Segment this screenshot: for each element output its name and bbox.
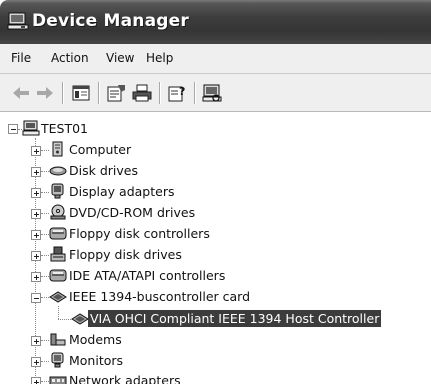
tree-item-modems[interactable]: Modems [67, 331, 124, 348]
collapse-toggle-root[interactable] [8, 124, 18, 134]
help-icon[interactable]: ? [166, 83, 188, 103]
disk-drive-icon [49, 166, 67, 176]
menu-help[interactable]: Help [146, 51, 173, 65]
menu-action[interactable]: Action [51, 51, 89, 65]
monitor-icon [51, 352, 64, 368]
controller-icon [49, 227, 67, 240]
floppy-drive-icon [50, 246, 66, 262]
toolbar: ? [0, 74, 431, 112]
menu-bar: File Action View Help [0, 44, 431, 74]
toolbar-separator [62, 82, 64, 104]
expand-toggle-disk-drives[interactable] [31, 167, 41, 177]
toolbar-separator [98, 82, 100, 104]
device-tree: TEST01 Computer Disk drives Display adap… [0, 112, 431, 384]
tree-line [58, 319, 71, 320]
tree-line [41, 213, 49, 214]
tree-item-ide-controllers[interactable]: IDE ATA/ATAPI controllers [67, 267, 227, 284]
tree-line [58, 306, 59, 319]
menu-view[interactable]: View [106, 51, 134, 65]
tree-item-monitors[interactable]: Monitors [67, 352, 125, 369]
display-adapter-icon [51, 183, 64, 199]
card-icon [71, 313, 89, 325]
expand-toggle-floppy-drives[interactable] [31, 251, 41, 261]
tree-line [41, 361, 49, 362]
tree-line [41, 234, 49, 235]
tree-item-disk-drives[interactable]: Disk drives [67, 162, 140, 179]
device-manager-window: Device Manager File Action View Help ? T… [0, 0, 431, 384]
tree-line [41, 297, 49, 298]
card-icon [49, 291, 67, 303]
title-bar[interactable]: Device Manager [0, 0, 431, 44]
scan-hardware-icon[interactable] [201, 83, 223, 103]
tree-line [41, 255, 49, 256]
menu-file[interactable]: File [11, 51, 31, 65]
tree-item-network-adapters[interactable]: Network adapters [67, 372, 183, 384]
expand-toggle-computer[interactable] [31, 146, 41, 156]
collapse-toggle-ieee1394[interactable] [31, 293, 41, 303]
window-title: Device Manager [32, 11, 189, 31]
tree-line [41, 150, 49, 151]
tree-item-dvd-cdrom-drives[interactable]: DVD/CD-ROM drives [67, 204, 197, 221]
tree-item-floppy-disk-controllers[interactable]: Floppy disk controllers [67, 225, 212, 242]
expand-toggle-monitors[interactable] [31, 357, 41, 367]
computer-icon [22, 120, 40, 136]
toolbar-separator [159, 82, 161, 104]
tree-item-display-adapters[interactable]: Display adapters [67, 183, 176, 200]
cdrom-icon [50, 204, 66, 220]
computer-icon [52, 141, 63, 157]
expand-toggle-network-adapters[interactable] [31, 377, 41, 384]
network-adapter-icon [49, 376, 67, 384]
tree-item-ieee1394-card[interactable]: IEEE 1394-buscontroller card [67, 288, 252, 305]
expand-toggle-dvd-cdrom[interactable] [31, 209, 41, 219]
tree-line [41, 192, 49, 193]
back-arrow-icon[interactable] [10, 83, 32, 103]
tree-line [41, 340, 49, 341]
tree-item-computer[interactable]: Computer [67, 141, 133, 158]
tree-item-floppy-disk-drives[interactable]: Floppy disk drives [67, 246, 184, 263]
svg-text:?: ? [179, 85, 185, 98]
expand-toggle-modems[interactable] [31, 336, 41, 346]
tree-item-via-ohci-host-controller[interactable]: VIA OHCI Compliant IEEE 1394 Host Contro… [88, 310, 382, 327]
properties-icon[interactable] [105, 83, 127, 103]
tree-root-label[interactable]: TEST01 [39, 120, 90, 137]
device-manager-icon [7, 12, 29, 30]
print-icon[interactable] [131, 83, 153, 103]
tree-line [41, 171, 49, 172]
modem-icon [50, 333, 66, 346]
forward-arrow-icon[interactable] [34, 83, 56, 103]
tree-line [41, 276, 49, 277]
tree-line [41, 381, 49, 382]
expand-toggle-ide-controllers[interactable] [31, 272, 41, 282]
controller-icon [49, 269, 67, 282]
expand-toggle-floppy-controllers[interactable] [31, 230, 41, 240]
expand-toggle-display-adapters[interactable] [31, 188, 41, 198]
toolbar-separator [194, 82, 196, 104]
show-hide-console-tree-icon[interactable] [70, 83, 92, 103]
